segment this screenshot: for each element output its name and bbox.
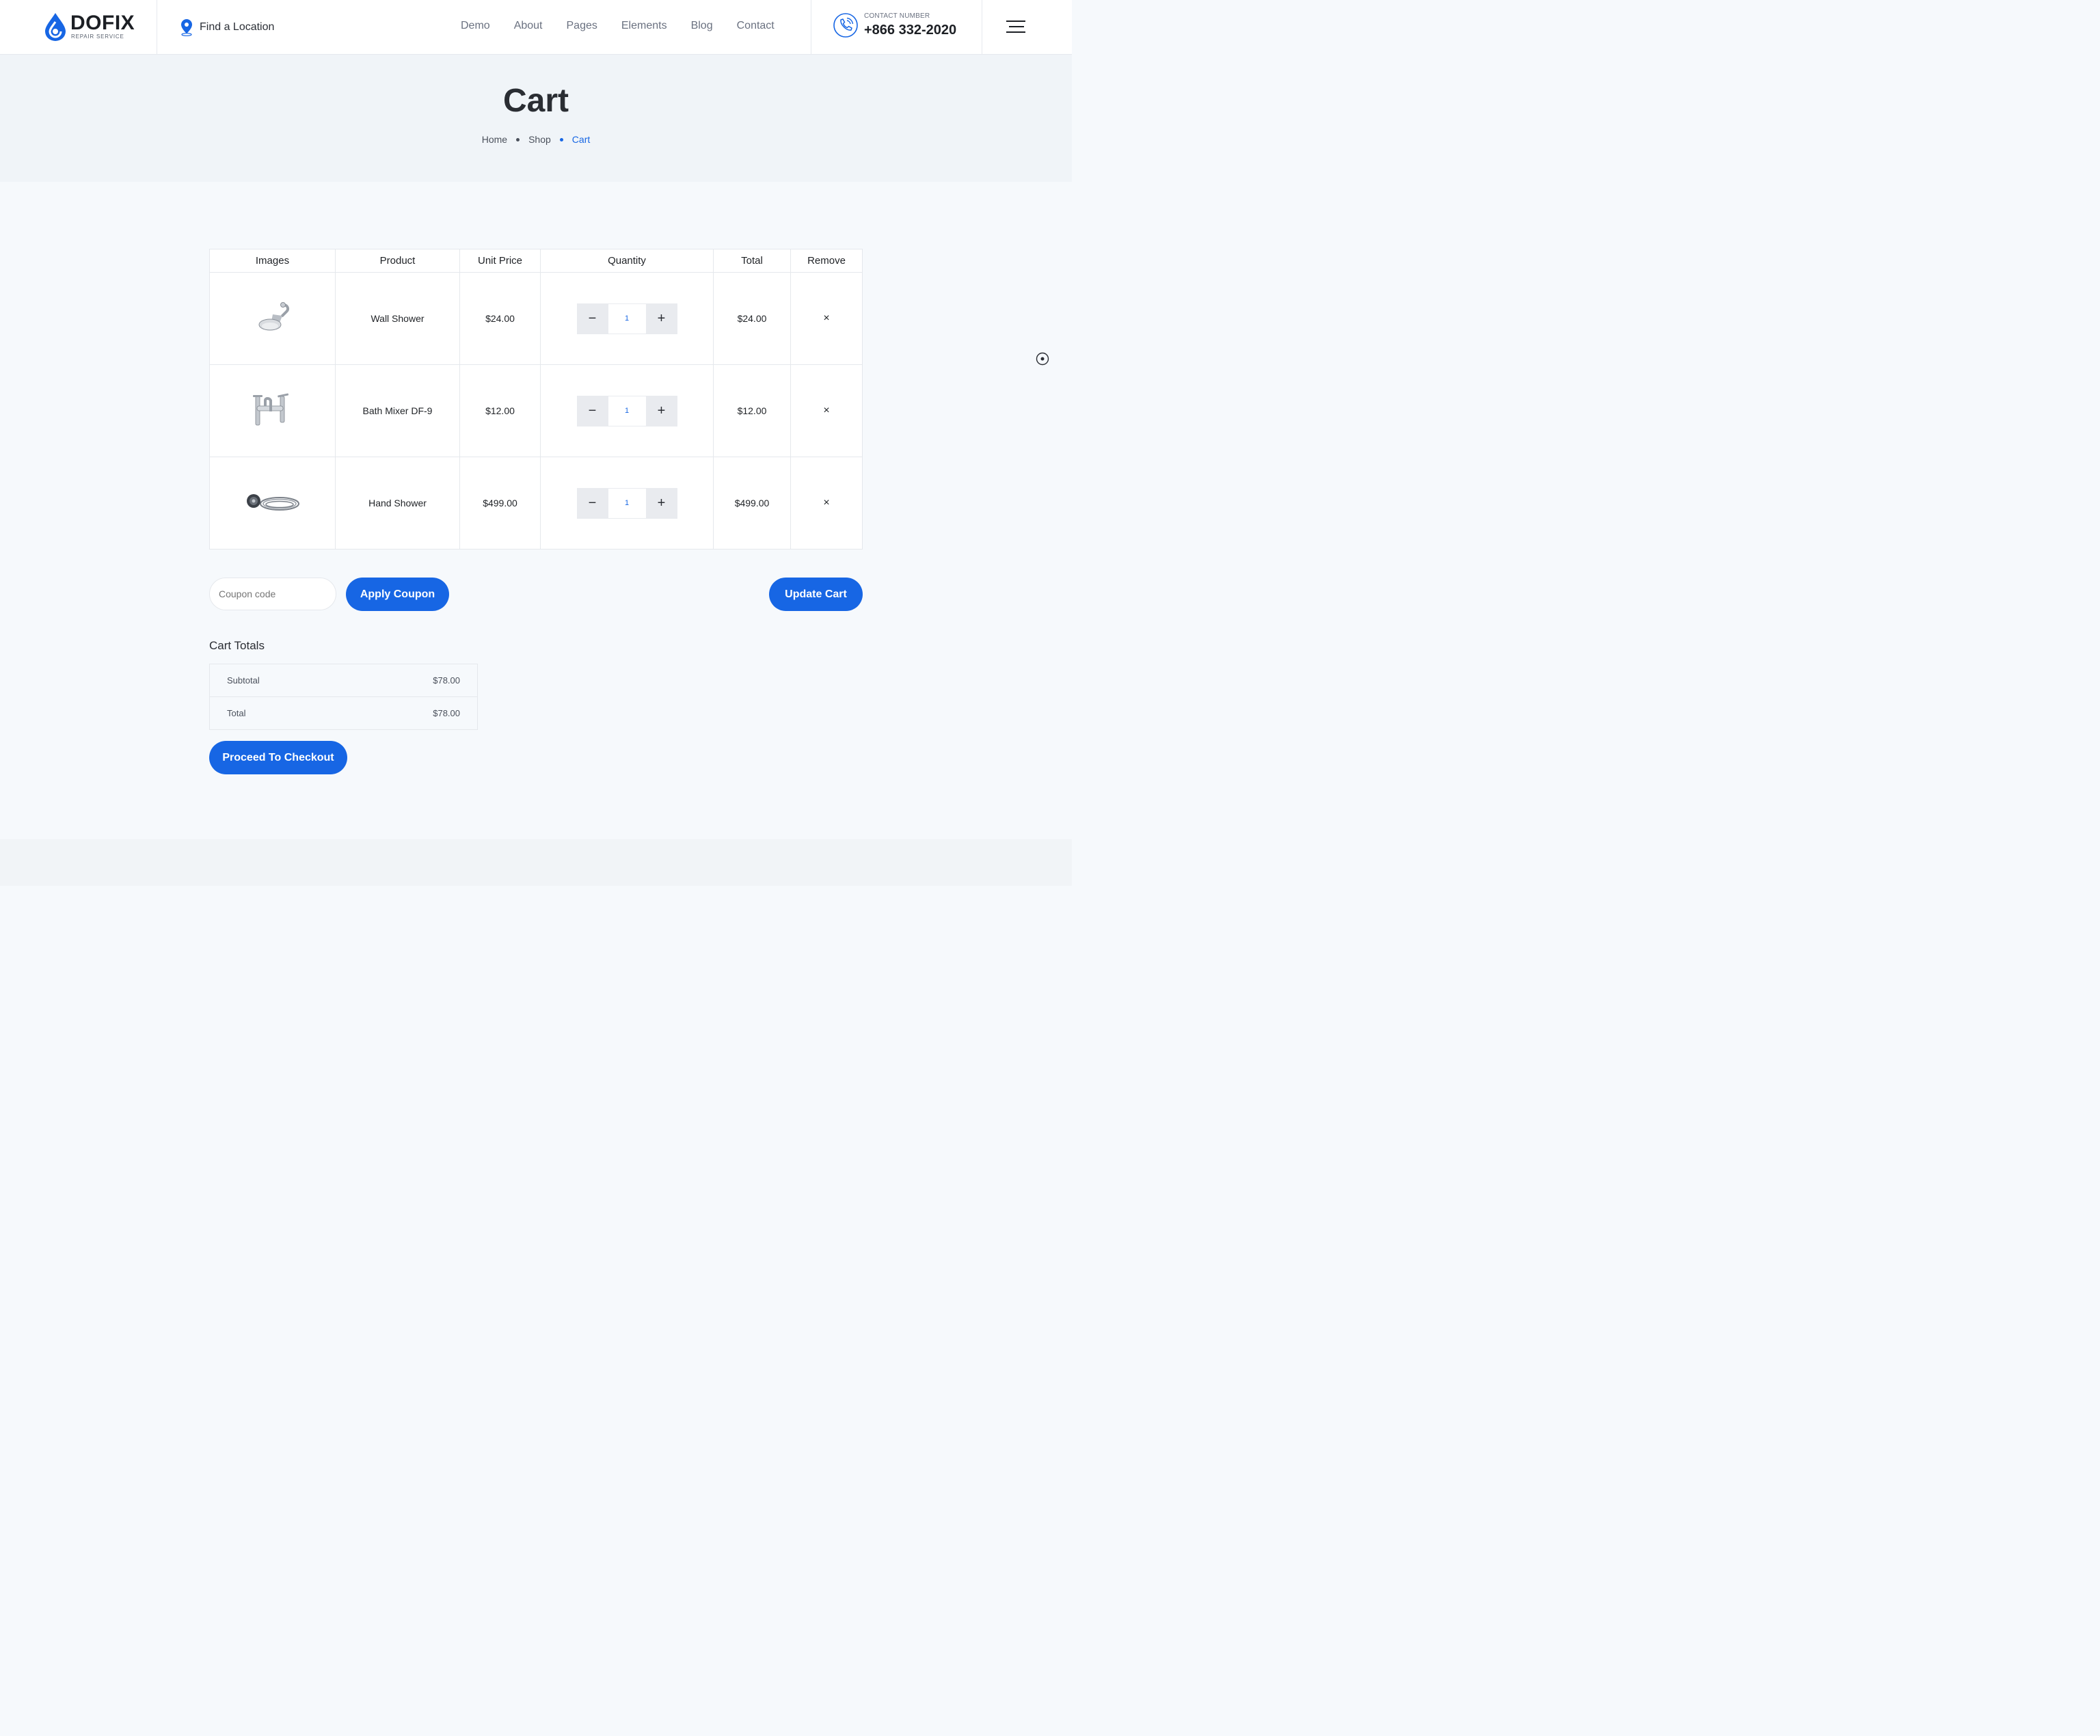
update-cart-button[interactable]: Update Cart	[769, 578, 863, 611]
contact-number[interactable]: +866 332-2020	[864, 23, 956, 38]
unit-price: $499.00	[459, 457, 541, 550]
product-image-cell	[209, 272, 336, 365]
subtotal-value: $78.00	[433, 675, 460, 686]
water-drop-logo-icon	[45, 13, 66, 41]
find-location-link[interactable]: Find a Location	[179, 18, 274, 36]
unit-price: $24.00	[459, 272, 541, 365]
breadcrumb-current: Cart	[571, 134, 591, 145]
footer-strip	[0, 839, 1072, 886]
remove-cell: ×	[790, 272, 863, 365]
line-total: $12.00	[713, 364, 791, 457]
quantity-cell: − +	[540, 364, 714, 457]
remove-cell: ×	[790, 457, 863, 550]
breadcrumb-home[interactable]: Home	[482, 134, 507, 145]
bath-mixer-image[interactable]	[250, 392, 295, 428]
qty-input[interactable]	[608, 303, 646, 334]
table-row: Hand Shower $499.00 − + $499.00 ×	[209, 457, 863, 550]
site-header: DOFIX REPAIR SERVICE Find a Location Dem…	[0, 0, 1072, 55]
breadcrumb-separator	[559, 137, 563, 141]
proceed-to-checkout-button[interactable]: Proceed To Checkout	[209, 741, 347, 774]
logo-name: DOFIX	[70, 12, 135, 34]
product-name[interactable]: Hand Shower	[335, 457, 460, 550]
breadcrumb-shop[interactable]: Shop	[528, 134, 551, 145]
phone-icon[interactable]	[833, 12, 859, 38]
page-banner: Cart Home Shop Cart	[0, 55, 1072, 182]
subtotal-row: Subtotal $78.00	[210, 664, 477, 696]
qty-minus-button[interactable]: −	[576, 303, 608, 334]
logo[interactable]: DOFIX REPAIR SERVICE	[44, 12, 153, 42]
col-header-images: Images	[209, 249, 336, 273]
remove-item-close-icon[interactable]: ×	[823, 405, 829, 416]
nav-elements[interactable]: Elements	[621, 20, 667, 32]
breadcrumb-separator	[516, 137, 520, 141]
total-value: $78.00	[433, 708, 460, 718]
qty-plus-button[interactable]: +	[645, 395, 677, 426]
table-row: Wall Shower $24.00 − + $24.00 ×	[209, 272, 863, 365]
remove-cell: ×	[790, 364, 863, 457]
qty-minus-button[interactable]: −	[576, 487, 608, 519]
remove-item-close-icon[interactable]: ×	[823, 497, 829, 508]
quantity-cell: − +	[540, 272, 714, 365]
nav-pages[interactable]: Pages	[567, 20, 597, 32]
cart-table: Images Product Unit Price Quantity Total…	[209, 249, 863, 550]
quantity-stepper: − +	[576, 487, 677, 519]
unit-price: $12.00	[459, 364, 541, 457]
total-label: Total	[227, 708, 246, 718]
coupon-code-input[interactable]	[209, 578, 336, 610]
nav-demo[interactable]: Demo	[461, 20, 490, 32]
total-row: Total $78.00	[210, 696, 477, 729]
qty-input[interactable]	[608, 395, 646, 426]
nav-blog[interactable]: Blog	[691, 20, 713, 32]
scroll-target-icon[interactable]	[1036, 352, 1049, 366]
remove-item-close-icon[interactable]: ×	[823, 312, 829, 324]
subtotal-label: Subtotal	[227, 675, 260, 686]
qty-plus-button[interactable]: +	[645, 303, 677, 334]
hand-shower-image[interactable]	[244, 489, 301, 516]
line-total: $24.00	[713, 272, 791, 365]
quantity-stepper: − +	[576, 303, 677, 334]
product-image-cell	[209, 364, 336, 457]
breadcrumb: Home Shop Cart	[0, 134, 1072, 145]
quantity-cell: − +	[540, 457, 714, 550]
wall-shower-image[interactable]	[252, 301, 293, 335]
nav-contact[interactable]: Contact	[737, 20, 775, 32]
nav-about[interactable]: About	[514, 20, 543, 32]
quantity-stepper: − +	[576, 395, 677, 426]
cart-totals-table: Subtotal $78.00 Total $78.00	[209, 664, 478, 730]
col-header-remove: Remove	[790, 249, 863, 273]
cart-totals-title: Cart Totals	[209, 639, 265, 652]
col-header-total: Total	[713, 249, 791, 273]
col-header-quantity: Quantity	[540, 249, 714, 273]
col-header-product: Product	[335, 249, 460, 273]
line-total: $499.00	[713, 457, 791, 550]
qty-input[interactable]	[608, 487, 646, 519]
contact-label: CONTACT NUMBER	[864, 12, 930, 20]
main-nav: Demo About Pages Elements Blog Contact	[461, 20, 798, 32]
page-title: Cart	[502, 83, 569, 119]
product-image-cell	[209, 457, 336, 550]
product-name[interactable]: Wall Shower	[335, 272, 460, 365]
map-pin-icon	[181, 19, 192, 36]
col-header-unit-price: Unit Price	[459, 249, 541, 273]
logo-tagline: REPAIR SERVICE	[71, 33, 124, 40]
cart-header-row: Images Product Unit Price Quantity Total…	[209, 249, 863, 273]
qty-minus-button[interactable]: −	[576, 395, 608, 426]
product-name[interactable]: Bath Mixer DF-9	[335, 364, 460, 457]
menu-hamburger-icon[interactable]	[1006, 21, 1025, 33]
find-location-label: Find a Location	[200, 21, 275, 33]
qty-plus-button[interactable]: +	[645, 487, 677, 519]
table-row: Bath Mixer DF-9 $12.00 − + $12.00 ×	[209, 364, 863, 457]
apply-coupon-button[interactable]: Apply Coupon	[346, 578, 449, 611]
